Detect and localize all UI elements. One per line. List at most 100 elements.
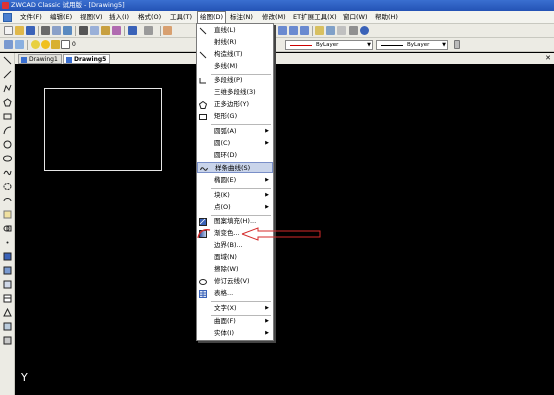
layer-lock-icon[interactable] — [51, 40, 60, 49]
preview-icon[interactable] — [52, 26, 61, 35]
pan-icon[interactable] — [163, 26, 172, 35]
menu-window[interactable]: 窗口(W) — [341, 11, 370, 24]
menu-item-block[interactable]: 块(K) ▶ — [197, 190, 273, 201]
menu-item-table[interactable]: 表格... — [197, 288, 273, 299]
menu-item-polyline[interactable]: 多段线(P) — [197, 75, 273, 86]
layer-value[interactable]: 0 — [72, 40, 76, 50]
menu-item-ray[interactable]: 射线(R) — [197, 37, 273, 48]
properties-toolbar: 0 ByLayer ▼ ByLayer ▼ — [0, 38, 554, 52]
menu-et-tools[interactable]: ET扩展工具(X) — [291, 11, 339, 24]
ucs-y-axis-label: Y — [21, 371, 28, 384]
print-icon[interactable] — [41, 26, 50, 35]
tab-drawing5[interactable]: Drawing5 — [63, 54, 111, 64]
point-tool-icon[interactable] — [3, 238, 12, 247]
menu-item-rectangle[interactable]: 矩形(G) — [197, 111, 273, 122]
design-center-icon[interactable] — [326, 26, 335, 35]
save-icon[interactable] — [26, 26, 35, 35]
menu-item-text[interactable]: 文字(X) ▶ — [197, 303, 273, 314]
zoom-previous-icon[interactable] — [300, 26, 309, 35]
menu-item-wipeout[interactable]: 擦除(W) — [197, 264, 273, 275]
mtext-tool-icon[interactable] — [3, 308, 12, 317]
spline-tool-icon[interactable] — [3, 168, 12, 177]
menu-item-solids[interactable]: 实体(I) ▶ — [197, 328, 273, 339]
layer-freeze-icon[interactable] — [41, 40, 50, 49]
chevron-down-icon: ▼ — [367, 42, 371, 48]
menu-item-revcloud[interactable]: 修订云线(V) — [197, 276, 273, 287]
undo-icon[interactable] — [128, 26, 137, 35]
paste-icon[interactable] — [101, 26, 110, 35]
submenu-arrow-icon: ▶ — [265, 204, 269, 210]
toolbar-separator — [27, 40, 28, 50]
menu-edit[interactable]: 编辑(E) — [48, 11, 74, 24]
arc-tool-icon[interactable] — [3, 126, 12, 135]
annotation-overlay — [197, 227, 321, 241]
menu-item-ellipse[interactable]: 椭圆(E) ▶ — [197, 175, 273, 186]
menu-item-construction-line[interactable]: 构造线(T) — [197, 49, 273, 60]
gradient-tool-icon[interactable] — [3, 266, 12, 275]
image-tool-icon[interactable] — [3, 336, 12, 345]
menu-format[interactable]: 格式(O) — [136, 11, 163, 24]
make-block-tool-icon[interactable] — [3, 224, 12, 233]
lineweight-combo[interactable]: ByLayer ▼ — [376, 40, 448, 50]
submenu-arrow-icon: ▶ — [265, 128, 269, 134]
menu-file[interactable]: 文件(F) — [18, 11, 44, 24]
match-properties-icon[interactable] — [112, 26, 121, 35]
menu-tools[interactable]: 工具(T) — [168, 11, 194, 24]
polyline-tool-icon[interactable] — [3, 84, 12, 93]
line-tool-icon[interactable] — [3, 56, 12, 65]
insert-block-tool-icon[interactable] — [3, 210, 12, 219]
hatch-tool-icon[interactable] — [3, 252, 12, 261]
new-icon[interactable] — [4, 26, 13, 35]
tool-palettes-icon[interactable] — [337, 26, 346, 35]
ellipse-tool-icon[interactable] — [3, 154, 12, 163]
plot-style-icon[interactable] — [454, 40, 460, 49]
linetype-combo[interactable]: ByLayer ▼ — [285, 40, 373, 50]
layer-manager-icon[interactable] — [4, 40, 13, 49]
layer-color-icon[interactable] — [61, 40, 70, 49]
layer-on-icon[interactable] — [31, 40, 40, 49]
copy-icon[interactable] — [90, 26, 99, 35]
open-icon[interactable] — [15, 26, 24, 35]
annotation-arrow-icon — [241, 227, 321, 241]
table-grid-tool-icon[interactable] — [3, 322, 12, 331]
document-tabs: Drawing1 Drawing5 ✕ — [15, 53, 554, 64]
properties-icon[interactable] — [315, 26, 324, 35]
standard-toolbar — [0, 24, 554, 38]
polygon-icon — [199, 101, 207, 109]
circle-tool-icon[interactable] — [3, 140, 12, 149]
cut-icon[interactable] — [79, 26, 88, 35]
zoom-realtime-icon[interactable] — [278, 26, 287, 35]
tab-drawing1[interactable]: Drawing1 — [18, 54, 62, 64]
menu-item-arc[interactable]: 圆弧(A) ▶ — [197, 126, 273, 137]
menu-item-line[interactable]: 直线(L) — [197, 25, 273, 36]
rectangle-tool-icon[interactable] — [3, 112, 12, 121]
menu-item-circle[interactable]: 圆(C) ▶ — [197, 138, 273, 149]
help-icon[interactable] — [360, 26, 369, 35]
menu-item-donut[interactable]: 圆环(D) — [197, 150, 273, 161]
menu-insert[interactable]: 插入(I) — [107, 11, 131, 24]
menu-item-3d-polyline[interactable]: 三维多段线(3) — [197, 87, 273, 98]
menu-view[interactable]: 视图(V) — [78, 11, 105, 24]
toolbar-separator — [38, 26, 39, 36]
menu-item-spline[interactable]: 样条曲线(S) — [197, 162, 273, 173]
calculator-icon[interactable] — [349, 26, 358, 35]
polygon-tool-icon[interactable] — [3, 98, 12, 107]
app-menu-icon[interactable] — [3, 13, 12, 22]
revcloud-tool-icon[interactable] — [3, 182, 12, 191]
close-icon[interactable]: ✕ — [544, 54, 552, 62]
ellipse-arc-tool-icon[interactable] — [3, 196, 12, 205]
region-tool-icon[interactable] — [3, 280, 12, 289]
zoom-window-icon[interactable] — [289, 26, 298, 35]
menu-item-polygon[interactable]: 正多边形(Y) — [197, 99, 273, 110]
layer-state-icon[interactable] — [15, 40, 24, 49]
table-tool-icon[interactable] — [3, 294, 12, 303]
publish-icon[interactable] — [63, 26, 72, 35]
menu-item-multiline[interactable]: 多线(M) — [197, 61, 273, 72]
redo-icon[interactable] — [144, 26, 153, 35]
menu-item-region[interactable]: 面域(N) — [197, 252, 273, 263]
menu-item-surfaces[interactable]: 曲面(F) ▶ — [197, 316, 273, 327]
rectangle-entity[interactable] — [44, 88, 162, 171]
menu-help[interactable]: 帮助(H) — [373, 11, 400, 24]
xline-tool-icon[interactable] — [3, 70, 12, 79]
menu-item-point[interactable]: 点(O) ▶ — [197, 202, 273, 213]
